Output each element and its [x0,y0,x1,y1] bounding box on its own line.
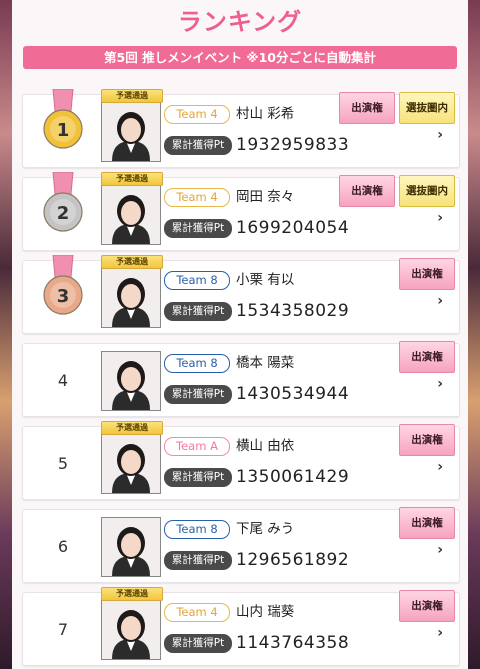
points-value: 1932959833 [236,135,350,155]
team-badge: Team 8 [164,271,230,290]
chevron-right-icon[interactable]: › [437,625,443,641]
member-photo [101,268,161,328]
points-label: 累計獲得Pt [164,468,232,487]
qualifier-badge: 予選通過 [101,255,163,269]
team-badge: Team 4 [164,603,230,622]
silver-medal-icon: 2 [41,171,85,238]
gold-medal-icon: 1 [41,88,85,155]
ranking-card[interactable]: 6 Team 8 下尾 みう 累計獲得Pt 1296561892 出演権 › [22,507,460,583]
points-value: 1350061429 [236,467,350,487]
event-banner: 第5回 推しメンイベント ※10分ごとに自動集計 [23,46,457,69]
member-photo [101,600,161,660]
member-photo [101,517,161,577]
ranking-card[interactable]: 2 予選通過 Team 4 岡田 奈々 累計獲得Pt 1699204054 出演権 選抜圏内 › [22,171,460,251]
medal-number: 3 [57,286,70,307]
bronze-medal-icon: 3 [41,254,85,321]
rank-number: 4 [57,371,69,390]
member-name: 橋本 陽菜 [236,355,295,371]
points-value: 1143764358 [236,633,350,653]
appearance-badge: 出演権 [339,92,395,124]
team-badge: Team 4 [164,105,230,124]
points-value: 1699204054 [236,218,350,238]
member-name: 村山 彩希 [236,106,295,122]
member-name: 山内 瑞葵 [236,604,295,620]
chevron-right-icon[interactable]: › [437,542,443,558]
qualifier-badge: 予選通過 [101,421,163,435]
team-badge: Team 8 [164,354,230,373]
ranking-panel: ランキング 第5回 推しメンイベント ※10分ごとに自動集計 1 予選通過 Team… [12,0,468,669]
points-label: 累計獲得Pt [164,219,232,238]
points-label: 累計獲得Pt [164,634,232,653]
member-name: 下尾 みう [236,521,295,537]
chevron-right-icon[interactable]: › [437,127,443,143]
member-photo [101,351,161,411]
points-label: 累計獲得Pt [164,302,232,321]
ranking-card[interactable]: 5 予選通過 Team A 横山 由依 累計獲得Pt 1350061429 出演権 › [22,421,460,500]
rank-number: 6 [57,537,69,556]
appearance-badge: 出演権 [399,424,455,456]
ranking-card[interactable]: 7 予選通過 Team 4 山内 瑞葵 累計獲得Pt 1143764358 出演権 › [22,587,460,666]
team-badge: Team 4 [164,188,230,207]
appearance-badge: 出演権 [399,507,455,539]
points-label: 累計獲得Pt [164,136,232,155]
appearance-badge: 出演権 [399,341,455,373]
qualifier-badge: 予選通過 [101,587,163,601]
medal-number: 1 [57,120,70,141]
medal-number: 2 [57,203,70,224]
points-value: 1534358029 [236,301,350,321]
qualifier-badge: 予選通過 [101,89,163,103]
member-photo [101,185,161,245]
member-photo [101,102,161,162]
appearance-badge: 出演権 [399,258,455,290]
member-photo [101,434,161,494]
points-value: 1430534944 [236,384,350,404]
chevron-right-icon[interactable]: › [437,210,443,226]
ranking-card[interactable]: 4 Team 8 橋本 陽菜 累計獲得Pt 1430534944 出演権 › [22,341,460,417]
qualifier-badge: 予選通過 [101,172,163,186]
member-name: 横山 由依 [236,438,295,454]
points-label: 累計獲得Pt [164,385,232,404]
points-value: 1296561892 [236,550,350,570]
rank-number: 7 [57,620,69,639]
appearance-badge: 出演権 [399,590,455,622]
chevron-right-icon[interactable]: › [437,376,443,392]
selection-badge: 選抜圏内 [399,175,455,207]
background-right [468,0,480,669]
background-left [0,0,12,669]
chevron-right-icon[interactable]: › [437,293,443,309]
chevron-right-icon[interactable]: › [437,459,443,475]
page-title: ランキング [177,8,303,36]
member-name: 小栗 有以 [236,272,295,288]
appearance-badge: 出演権 [339,175,395,207]
selection-badge: 選抜圏内 [399,92,455,124]
member-name: 岡田 奈々 [236,189,295,205]
team-badge: Team A [164,437,230,456]
ranking-card[interactable]: 3 予選通過 Team 8 小栗 有以 累計獲得Pt 1534358029 出演権 › [22,254,460,334]
points-label: 累計獲得Pt [164,551,232,570]
ranking-card[interactable]: 1 予選通過 Team 4 村山 彩希 累計獲得Pt 1932959833 出演権 選抜圏内 › [22,88,460,168]
team-badge: Team 8 [164,520,230,539]
rank-number: 5 [57,454,69,473]
